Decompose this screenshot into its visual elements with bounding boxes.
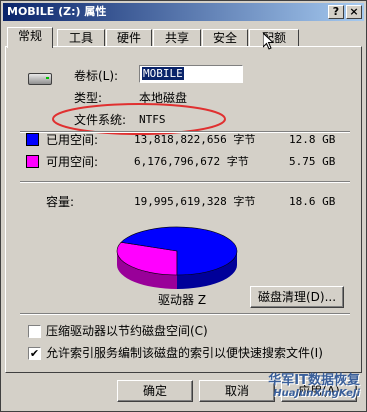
close-button[interactable]: × — [346, 5, 362, 19]
watermark: 华军IT数据恢复 HuaJunXingKeJi — [268, 373, 360, 400]
separator-3 — [20, 313, 350, 315]
drive-letter-label: 驱动器 Z — [158, 293, 207, 307]
watermark-line2: HuaJunXingKeJi — [273, 388, 360, 399]
mouse-cursor-icon — [263, 33, 275, 50]
tab-tools[interactable]: 工具 — [57, 29, 105, 47]
compress-label: 压缩驱动器以节约磁盘空间(C) — [46, 324, 208, 338]
capacity-caption: 容量: — [46, 195, 75, 209]
help-button[interactable]: ? — [328, 5, 344, 19]
used-space-swatch — [26, 133, 39, 146]
separator-2 — [20, 181, 350, 183]
title-bar: MOBILE (Z:) 属性 — [3, 3, 364, 21]
volume-label-field[interactable]: MOBILE — [139, 65, 243, 83]
volume-label-value: MOBILE — [142, 67, 184, 80]
ok-button[interactable]: 确定 — [117, 380, 193, 402]
window-title: MOBILE (Z:) 属性 — [7, 5, 107, 18]
capacity-bytes: 19,995,619,328 字节 — [134, 195, 256, 208]
free-space-caption: 可用空间: — [46, 155, 99, 169]
used-space-caption: 已用空间: — [46, 133, 99, 147]
drive-icon — [28, 73, 52, 85]
volume-label-caption: 卷标(L): — [74, 69, 119, 83]
tab-strip: 常规 工具 硬件 共享 安全 配额 — [5, 27, 364, 48]
free-space-swatch — [26, 155, 39, 168]
general-panel: 卷标(L): MOBILE 类型: 本地磁盘 文件系统: NTFS 已用空间: … — [5, 46, 362, 373]
capacity-gb: 18.6 GB — [289, 195, 336, 208]
properties-window: MOBILE (Z:) 属性 ? × 常规 工具 硬件 共享 安全 配额 卷标(… — [0, 0, 367, 412]
free-space-bytes: 6,176,796,672 字节 — [134, 155, 249, 168]
used-space-gb: 12.8 GB — [289, 133, 336, 146]
used-space-bytes: 13,818,822,656 字节 — [134, 133, 256, 146]
compress-checkbox[interactable] — [28, 325, 41, 338]
index-label: 允许索引服务编制该磁盘的索引以便快速搜索文件(I) — [46, 346, 323, 360]
tab-sharing[interactable]: 共享 — [153, 29, 201, 47]
tab-hardware[interactable]: 硬件 — [106, 29, 152, 47]
tab-general[interactable]: 常规 — [7, 27, 53, 48]
tab-security[interactable]: 安全 — [202, 29, 248, 47]
watermark-line1: 华军IT数据恢复 — [268, 373, 360, 388]
disk-cleanup-button[interactable]: 磁盘清理(D)... — [250, 286, 344, 308]
cancel-button[interactable]: 取消 — [199, 380, 275, 402]
free-space-gb: 5.75 GB — [289, 155, 336, 168]
index-checkbox[interactable]: ✔ — [28, 347, 41, 360]
disk-usage-pie — [116, 226, 238, 289]
